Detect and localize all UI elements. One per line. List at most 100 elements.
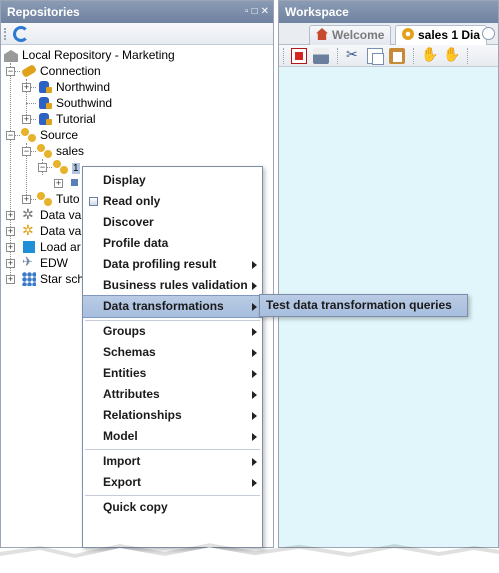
tree-label: sales: [56, 144, 85, 158]
tree-item-sales[interactable]: sales: [37, 143, 84, 159]
menu-item-export[interactable]: Export: [83, 472, 262, 493]
tree-item-northwind[interactable]: Northwind: [37, 79, 110, 95]
tree-item-star-schema[interactable]: Star sch: [21, 271, 84, 287]
expand-icon[interactable]: +: [6, 259, 15, 268]
source-icon: [53, 159, 69, 175]
workspace-tabs: Welcome sales 1 Dia: [279, 23, 498, 46]
source-icon: [21, 127, 37, 143]
expand-icon[interactable]: +: [6, 275, 15, 284]
expand-icon[interactable]: +: [6, 211, 15, 220]
database-icon: [37, 79, 53, 95]
submenu-arrow-icon: [252, 328, 257, 336]
expand-icon[interactable]: +: [54, 179, 63, 188]
context-menu: Display Read only Discover Profile data …: [82, 166, 263, 548]
expand-icon[interactable]: +: [6, 243, 15, 252]
tab-label: sales 1 Dia: [418, 28, 481, 42]
pan-icon[interactable]: [421, 46, 438, 64]
expand-icon[interactable]: +: [22, 83, 31, 92]
expand-icon[interactable]: +: [6, 227, 15, 236]
tree-label: Data va: [40, 224, 82, 238]
repository-icon: [3, 47, 19, 63]
submenu-arrow-icon: [252, 458, 257, 466]
tree-item-sales-1[interactable]: 1: [53, 159, 80, 175]
home-icon: [316, 28, 328, 40]
expand-icon[interactable]: +: [22, 195, 31, 204]
tree-label: Source: [40, 128, 79, 142]
close-icon[interactable]: ✕: [261, 1, 269, 23]
repositories-titlebar: Repositories ▫ □ ✕: [1, 1, 273, 23]
tree-item-data-validation-2[interactable]: Data va: [21, 222, 82, 239]
collapse-icon[interactable]: −: [6, 67, 15, 76]
paste-icon[interactable]: [389, 48, 405, 64]
select-hand-icon[interactable]: [443, 46, 460, 64]
maximize-icon[interactable]: □: [252, 1, 258, 23]
checkbox-icon[interactable]: [89, 197, 98, 206]
gear-icon: [21, 222, 37, 239]
print-icon[interactable]: [313, 48, 329, 64]
tree-item-connection[interactable]: Connection: [21, 63, 101, 79]
tree-label: Local Repository - Marketing: [22, 48, 175, 62]
tab-list-icon[interactable]: [482, 27, 495, 40]
submenu-arrow-icon: [252, 433, 257, 441]
collapse-icon[interactable]: −: [6, 131, 15, 140]
menu-item-business-rules-validation[interactable]: Business rules validation: [83, 275, 262, 296]
workspace-panel: Workspace Welcome sales 1 Dia: [278, 0, 499, 548]
expand-icon[interactable]: +: [22, 115, 31, 124]
tree-item-source[interactable]: Source: [21, 127, 78, 143]
tree-label: Tuto: [56, 192, 80, 206]
collapse-icon[interactable]: −: [22, 147, 31, 156]
submenu-arrow-icon: [252, 282, 257, 290]
restore-icon[interactable]: ▫: [245, 1, 249, 23]
menu-item-read-only[interactable]: Read only: [83, 191, 262, 212]
tree-label: 1: [72, 163, 80, 174]
tree-item-sales-child[interactable]: [69, 175, 82, 191]
menu-item-data-profiling-result[interactable]: Data profiling result: [83, 254, 262, 275]
menu-item-import[interactable]: Import: [83, 451, 262, 472]
tree-item-southwind[interactable]: Southwind: [37, 95, 112, 111]
tab-welcome[interactable]: Welcome: [309, 25, 392, 45]
source-icon: [37, 191, 53, 207]
collapse-icon[interactable]: −: [38, 163, 47, 172]
copy-icon[interactable]: [367, 48, 384, 65]
menu-item-model[interactable]: Model: [83, 426, 262, 447]
tree-item-root[interactable]: Local Repository - Marketing: [3, 47, 175, 63]
submenu-arrow-icon: [252, 479, 257, 487]
tab-label: Welcome: [332, 28, 385, 42]
tree-item-tutorial[interactable]: Tutorial: [37, 111, 96, 127]
tree-item-load[interactable]: Load ar: [21, 239, 81, 255]
menu-item-profile-data[interactable]: Profile data: [83, 233, 262, 254]
menu-item-quick-copy[interactable]: Quick copy: [83, 497, 262, 518]
menu-item-data-transformations[interactable]: Data transformations: [83, 295, 262, 318]
pdf-icon[interactable]: [291, 48, 307, 64]
tree-label: Tutorial: [56, 112, 96, 126]
toolbar-grip-icon[interactable]: [4, 28, 6, 40]
menu-item-entities[interactable]: Entities: [83, 363, 262, 384]
tree-item-source-tutorial[interactable]: Tuto: [37, 191, 80, 207]
tree-item-data-validation-1[interactable]: Data va: [21, 206, 81, 223]
tree-item-edw[interactable]: EDW: [21, 254, 68, 271]
tree-label: Connection: [40, 64, 101, 78]
menu-item-display[interactable]: Display: [83, 170, 262, 191]
gear-icon: [21, 206, 37, 223]
menu-item-schemas[interactable]: Schemas: [83, 342, 262, 363]
tree-label: EDW: [40, 256, 68, 270]
menu-item-attributes[interactable]: Attributes: [83, 384, 262, 405]
tree-label: Star sch: [40, 272, 85, 286]
refresh-icon[interactable]: [13, 26, 29, 42]
gear-icon: [402, 28, 414, 40]
workspace-toolbar: [279, 45, 498, 67]
tab-sales-diagram[interactable]: sales 1 Dia: [395, 25, 488, 46]
submenu-arrow-icon: [252, 370, 257, 378]
source-icon: [37, 143, 53, 159]
tree-label: Load ar: [40, 240, 81, 254]
cut-icon[interactable]: [345, 46, 361, 64]
submenu-arrow-icon: [252, 261, 257, 269]
database-icon: [37, 111, 53, 127]
menu-item-groups[interactable]: Groups: [83, 321, 262, 342]
repositories-title: Repositories: [7, 5, 80, 19]
submenu-test-data-transformation-queries[interactable]: Test data transformation queries: [259, 294, 468, 317]
menu-item-relationships[interactable]: Relationships: [83, 405, 262, 426]
connection-icon: [21, 63, 37, 79]
menu-item-discover[interactable]: Discover: [83, 212, 262, 233]
submenu-arrow-icon: [252, 303, 257, 311]
